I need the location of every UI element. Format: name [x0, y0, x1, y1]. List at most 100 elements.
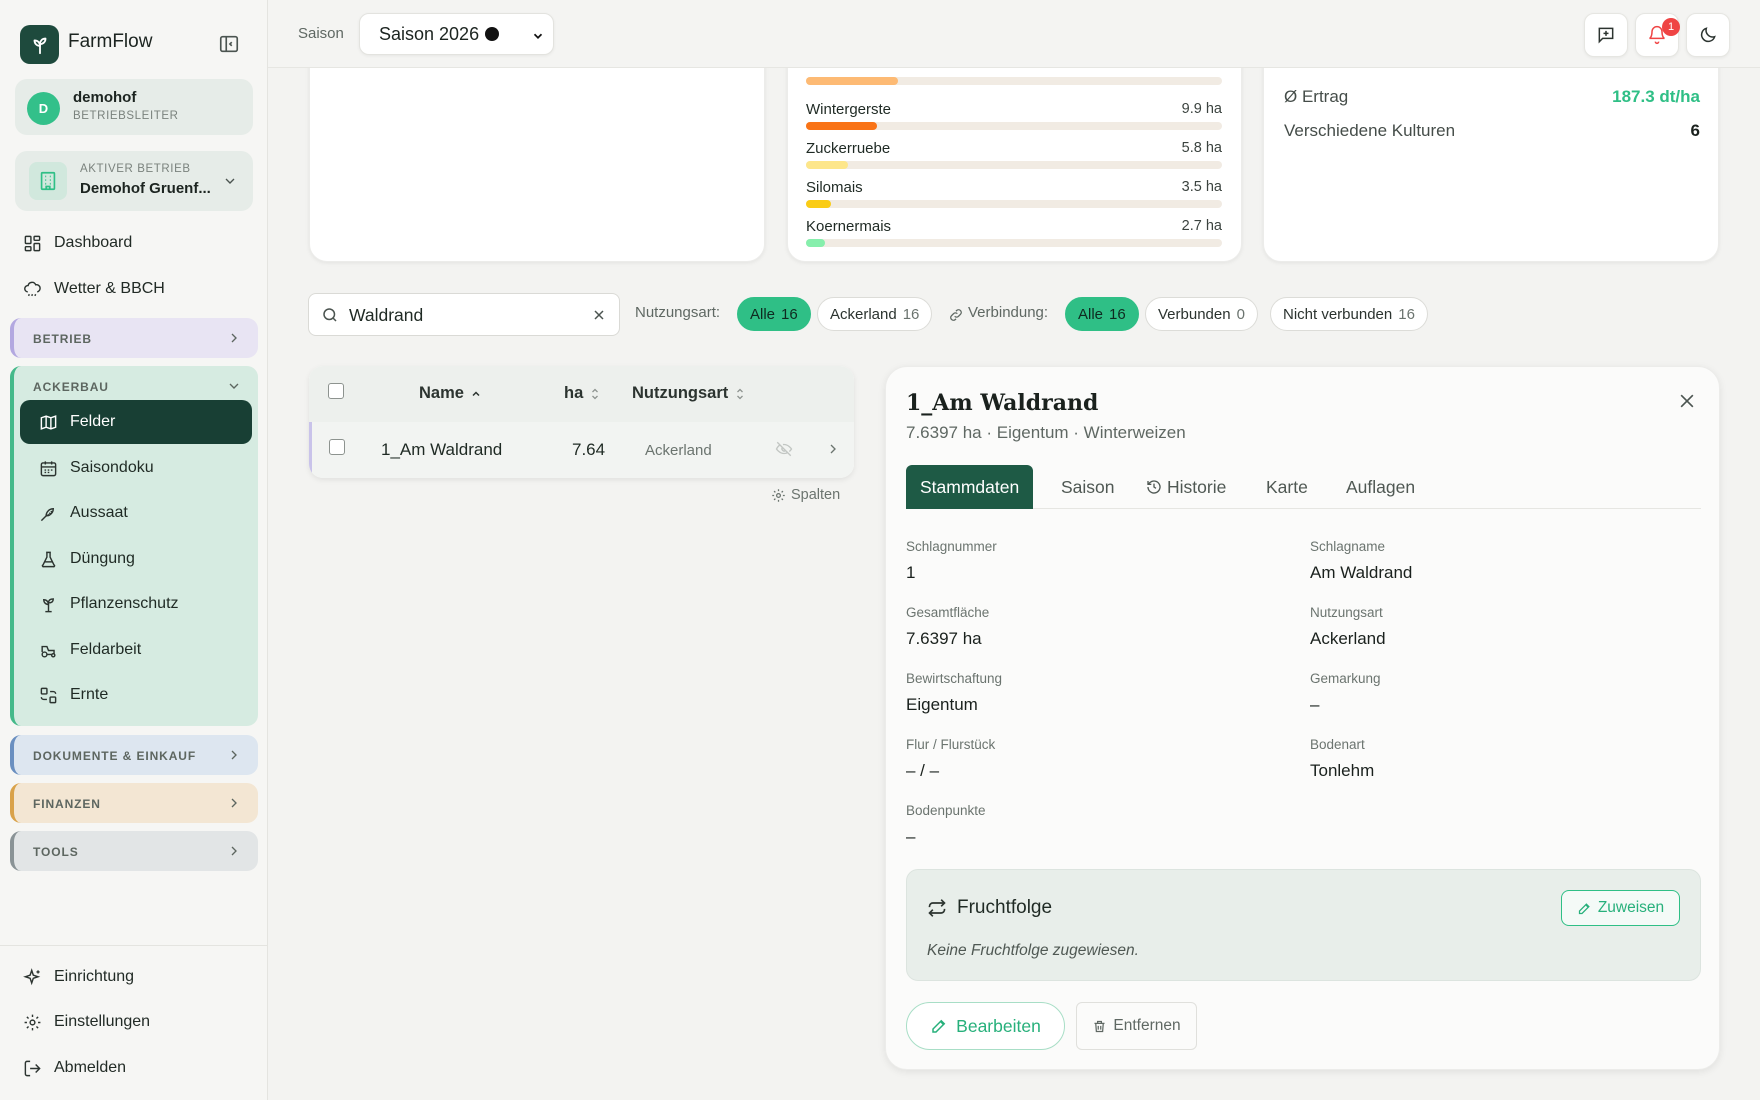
crop-name: Wintergerste	[806, 101, 892, 118]
crop-name: Zuckerruebe	[806, 140, 891, 157]
field-label-gesamtflaeche: Gesamtfläche	[906, 605, 990, 620]
chip-count: 0	[1236, 305, 1245, 323]
search-value: Waldrand	[349, 305, 424, 325]
history-icon	[1146, 479, 1167, 495]
app-title: FarmFlow	[68, 31, 153, 52]
chip-label: Ackerland	[830, 305, 897, 323]
sidebar-item-ernte[interactable]: Ernte	[20, 673, 252, 717]
column-header-ha[interactable]: ha	[564, 384, 601, 403]
crop-row: Silomais 3.5 ha	[806, 179, 1222, 211]
chip-count: 16	[1398, 305, 1415, 323]
edit-button[interactable]: Bearbeiten	[906, 1002, 1065, 1050]
usage-filter-all[interactable]: Alle 16	[737, 297, 811, 331]
connection-filter-not-connected[interactable]: Nicht verbunden 16	[1270, 297, 1428, 331]
pencil-icon	[1577, 901, 1598, 916]
seed-icon	[38, 503, 58, 523]
tab-auflagen[interactable]: Auflagen	[1346, 465, 1415, 509]
gear-icon	[22, 1012, 42, 1032]
chevron-right-icon[interactable]	[825, 441, 841, 457]
field-value-schlagnummer: 1	[906, 563, 916, 582]
chevron-right-icon	[226, 747, 242, 763]
tab-historie[interactable]: Historie	[1146, 465, 1226, 509]
column-header-name[interactable]: Name	[419, 384, 482, 403]
crop-name: Koernermais	[806, 218, 892, 235]
select-all-checkbox[interactable]	[328, 383, 344, 399]
field-label-bewirtschaftung: Bewirtschaftung	[906, 671, 1003, 686]
stat-cultures-label: Verschiedene Kulturen	[1284, 121, 1456, 140]
notifications-button[interactable]: 1	[1635, 13, 1680, 57]
moon-icon	[1698, 25, 1718, 45]
sidebar-item-pflanzenschutz[interactable]: Pflanzenschutz	[20, 582, 252, 626]
remove-button[interactable]: Entfernen	[1076, 1002, 1197, 1050]
connection-filter-connected[interactable]: Verbunden 0	[1145, 297, 1258, 331]
column-header-nutzungsart[interactable]: Nutzungsart	[632, 384, 746, 403]
section-tools[interactable]: TOOLS	[10, 831, 258, 871]
connection-filter-all[interactable]: Alle 16	[1065, 297, 1139, 331]
assign-rotation-button[interactable]: Zuweisen	[1561, 890, 1680, 926]
columns-button[interactable]: Spalten	[771, 487, 840, 503]
table-row[interactable]: 1_Am Waldrand 7.64 Ackerland	[309, 422, 854, 478]
usage-filter-label: Nutzungsart:	[635, 304, 721, 321]
crop-bar-fill	[806, 77, 898, 85]
tab-karte[interactable]: Karte	[1266, 465, 1308, 509]
theme-toggle-button[interactable]	[1686, 13, 1730, 57]
chip-count: 16	[1109, 305, 1126, 323]
sidebar-item-saisondoku[interactable]: Saisondoku	[20, 446, 252, 490]
nav-weather[interactable]: Wetter & BBCH	[22, 276, 165, 302]
tab-stammdaten[interactable]: Stammdaten	[906, 465, 1034, 509]
column-header-name-label: Name	[419, 384, 464, 402]
nav-weather-label: Wetter & BBCH	[54, 280, 165, 297]
user-card[interactable]: D demohof BETRIEBSLEITER	[15, 79, 253, 135]
nav-einstellungen[interactable]: Einstellungen	[22, 1009, 150, 1035]
stat-yield-value: 187.3 dt/ha	[1612, 87, 1700, 106]
sidebar-item-duengung[interactable]: Düngung	[20, 537, 252, 581]
sidebar-collapse-icon[interactable]	[218, 33, 242, 55]
usage-filter-ackerland[interactable]: Ackerland 16	[817, 297, 933, 331]
crop-bar-fill	[806, 239, 825, 247]
chip-label: Nicht verbunden	[1283, 305, 1393, 323]
nav-dashboard[interactable]: Dashboard	[22, 230, 132, 256]
nav-abmelden[interactable]: Abmelden	[22, 1055, 126, 1081]
crop-bar-fill	[806, 161, 848, 169]
sort-icon	[583, 387, 601, 401]
chevron-down-icon[interactable]	[226, 378, 242, 394]
nav-einrichtung[interactable]: Einrichtung	[22, 964, 134, 990]
search-input[interactable]: Waldrand	[308, 293, 620, 336]
close-icon[interactable]	[1677, 391, 1697, 411]
field-value-bodenart: Tonlehm	[1310, 761, 1375, 780]
sidebar-item-aussaat-label: Aussaat	[70, 504, 128, 521]
row-checkbox[interactable]	[329, 439, 345, 455]
field-value-gesamtflaeche: 7.6397 ha	[906, 629, 982, 648]
season-dot-icon	[485, 27, 500, 41]
sidebar-item-felder[interactable]: Felder	[20, 400, 252, 444]
sprout-icon	[38, 594, 58, 614]
sidebar-item-feldarbeit-label: Feldarbeit	[70, 641, 142, 658]
farm-switcher[interactable]: AKTIVER BETRIEB Demohof Gruenf...	[15, 151, 253, 211]
chip-count: 16	[902, 305, 920, 323]
app-logo	[20, 25, 59, 64]
detail-title: 1_Am Waldrand	[906, 390, 1099, 416]
section-ackerbau-label[interactable]: ACKERBAU	[33, 380, 109, 394]
calendar-icon	[38, 458, 58, 478]
field-label-bodenpunkte: Bodenpunkte	[906, 803, 986, 818]
crop-area: 5.8 ha	[1181, 140, 1222, 156]
detail-tabs: Stammdaten Saison Historie Karte Auflage…	[906, 465, 1701, 509]
sidebar-item-feldarbeit[interactable]: Feldarbeit	[20, 628, 252, 672]
farm-label: AKTIVER BETRIEB	[80, 163, 191, 175]
tab-saison[interactable]: Saison	[1061, 465, 1115, 509]
season-select[interactable]: Saison 2026	[359, 13, 554, 55]
field-value-nutzungsart: Ackerland	[1310, 629, 1386, 648]
feedback-button[interactable]	[1584, 13, 1628, 57]
section-betrieb[interactable]: BETRIEB	[10, 318, 258, 358]
section-finanzen[interactable]: FINANZEN	[10, 783, 258, 823]
sidebar: FarmFlow D demohof BETRIEBSLEITER AKTIVE…	[0, 0, 268, 1100]
stat-cultures-value: 6	[1690, 121, 1700, 140]
sidebar-item-aussaat[interactable]: Aussaat	[20, 491, 252, 535]
pencil-icon	[930, 1017, 956, 1035]
harvest-icon	[38, 685, 58, 705]
field-value-schlagname: Am Waldrand	[1310, 563, 1413, 582]
trash-icon	[1092, 1019, 1113, 1034]
close-icon[interactable]	[591, 307, 607, 323]
crop-bar-track	[806, 161, 1222, 169]
section-dokumente[interactable]: DOKUMENTE & EINKAUF	[10, 735, 258, 775]
